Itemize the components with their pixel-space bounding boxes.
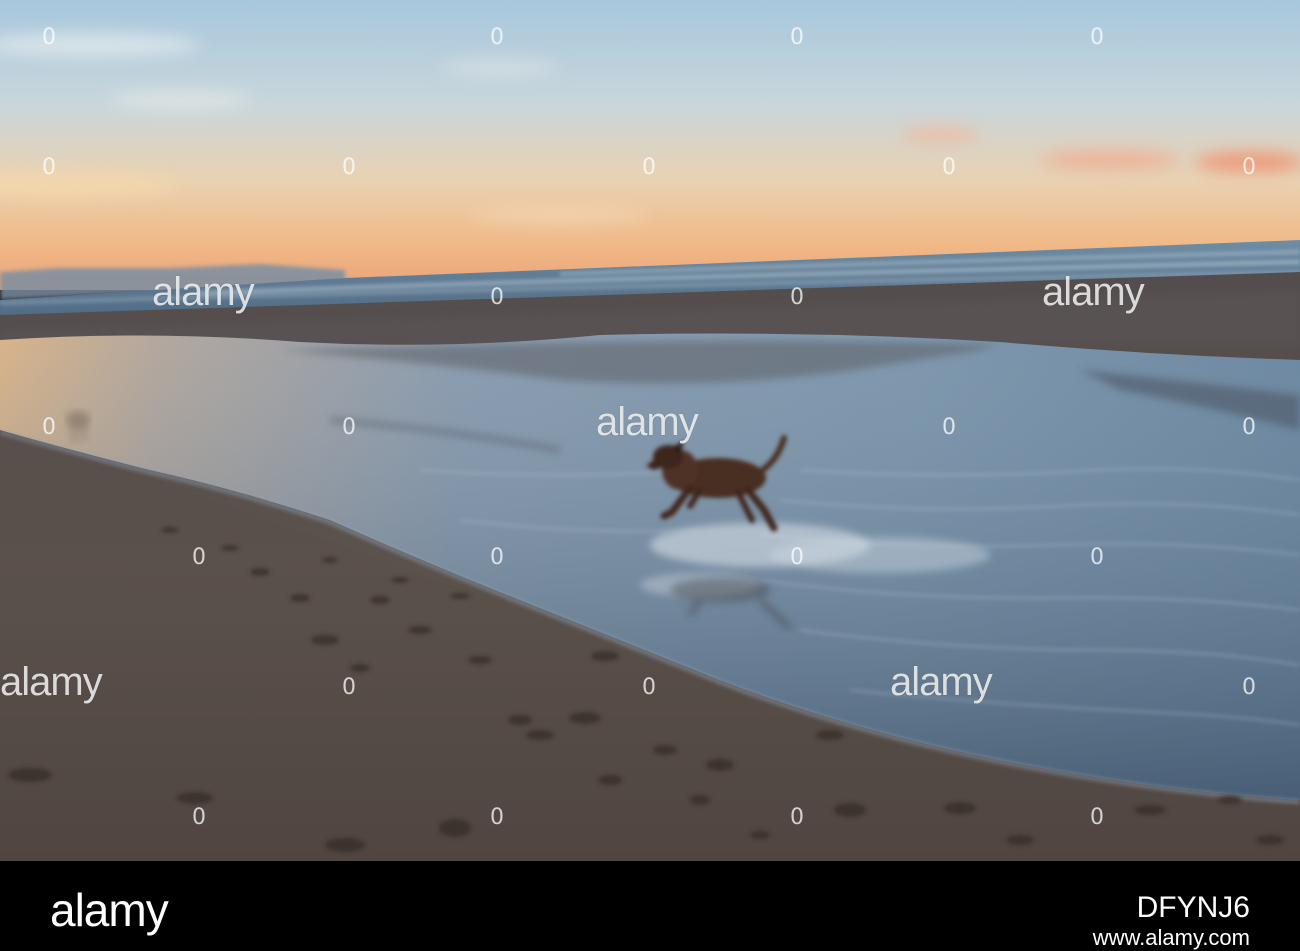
watermark-dot: 0 bbox=[1090, 25, 1104, 50]
watermark-dot: 0 bbox=[42, 155, 56, 180]
image-id: DFYNJ6 bbox=[1136, 891, 1250, 924]
watermark-dot: 0 bbox=[790, 545, 804, 570]
watermark-dot: 0 bbox=[342, 155, 356, 180]
watermark-text: alamy bbox=[152, 270, 255, 314]
watermark-dot: 0 bbox=[1242, 415, 1256, 440]
watermark-text: alamy bbox=[890, 660, 993, 704]
watermark-dot: 0 bbox=[490, 25, 504, 50]
watermark-dot: 0 bbox=[1090, 545, 1104, 570]
watermark-dot: 0 bbox=[790, 805, 804, 830]
beach-photo: alamy alamy alamy alamy alamy 0 0 0 0 0 … bbox=[0, 0, 1300, 861]
watermark-dot: 0 bbox=[490, 285, 504, 310]
watermark-dot: 0 bbox=[342, 675, 356, 700]
footer-logo: alamy bbox=[50, 884, 169, 936]
watermark-dot: 0 bbox=[42, 415, 56, 440]
watermark-dot: 0 bbox=[192, 545, 206, 570]
watermark-dot: 0 bbox=[790, 285, 804, 310]
watermark-dot: 0 bbox=[790, 25, 804, 50]
watermark-text: alamy bbox=[1042, 270, 1145, 314]
watermark-dot: 0 bbox=[490, 545, 504, 570]
watermark-dot: 0 bbox=[1090, 805, 1104, 830]
watermark-text: alamy bbox=[596, 400, 699, 444]
watermark-dot: 0 bbox=[642, 675, 656, 700]
watermark-dot: 0 bbox=[942, 155, 956, 180]
watermark-dot: 0 bbox=[490, 805, 504, 830]
watermark-dot: 0 bbox=[42, 25, 56, 50]
watermark-dot: 0 bbox=[642, 155, 656, 180]
watermark-dot: 0 bbox=[942, 415, 956, 440]
watermark-dot: 0 bbox=[1242, 155, 1256, 180]
watermark-dot: 0 bbox=[342, 415, 356, 440]
watermark-text: alamy bbox=[0, 660, 103, 704]
watermark-dot: 0 bbox=[1242, 675, 1256, 700]
stock-footer-bar: alamy DFYNJ6 www.alamy.com bbox=[0, 861, 1300, 951]
watermark-dot: 0 bbox=[192, 805, 206, 830]
footer-url: www.alamy.com bbox=[1092, 925, 1250, 950]
